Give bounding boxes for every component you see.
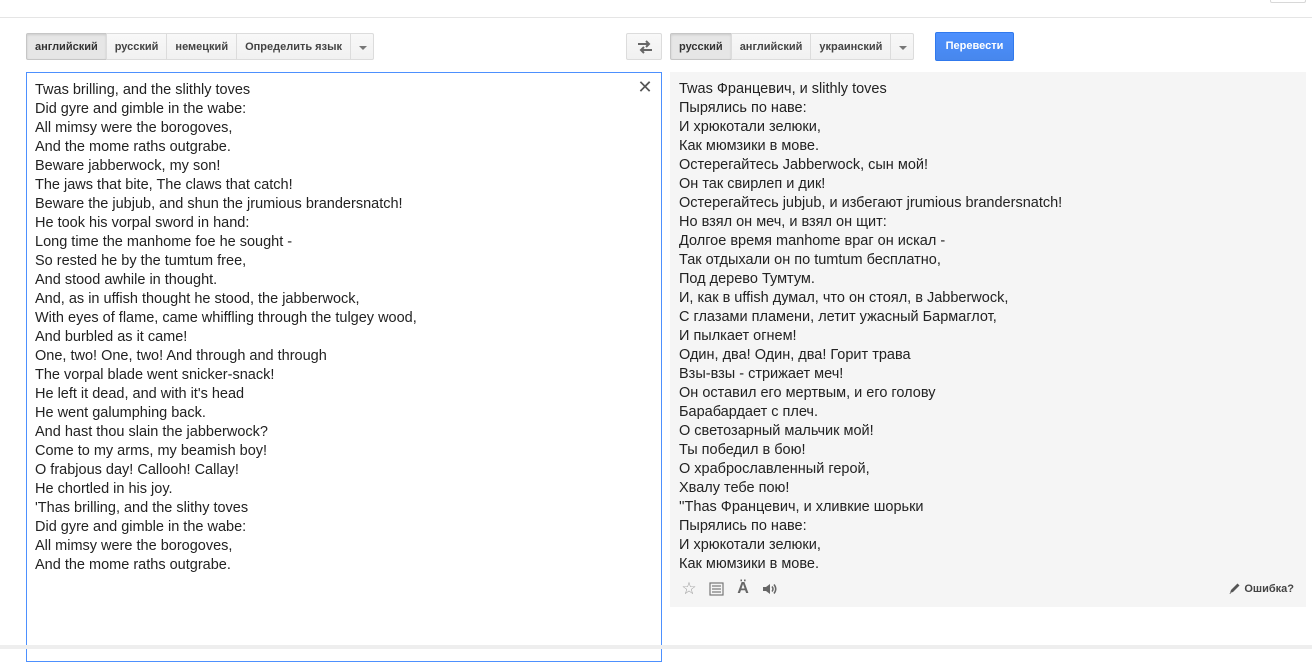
source-lang-german[interactable]: немецкий bbox=[166, 33, 238, 60]
source-text[interactable]: Twas brilling, and the slithly toves Did … bbox=[35, 81, 635, 575]
target-lang-more-button[interactable] bbox=[890, 33, 915, 60]
close-icon[interactable]: ✕ bbox=[637, 78, 653, 96]
chevron-down-icon bbox=[899, 46, 908, 50]
translation-line: Twas Францевич, и slithly toves bbox=[679, 81, 887, 97]
transliteration-icon[interactable]: Ä bbox=[732, 579, 754, 599]
report-error-label: Ошибка? bbox=[1244, 582, 1294, 595]
source-line: He chortled in his joy. bbox=[35, 481, 173, 497]
translation-line: О светозарный мальчик мой! bbox=[679, 423, 874, 439]
source-line: And the mome raths outgrabe. bbox=[35, 139, 231, 155]
translation-line: Долгое время manhome враг он искал - bbox=[679, 233, 946, 249]
target-lang-russian[interactable]: русский bbox=[670, 33, 732, 60]
source-line: And, as in uffish thought he stood, the … bbox=[35, 291, 360, 307]
translation-line: Он так свирлеп и дик! bbox=[679, 176, 826, 192]
source-text-area[interactable]: Twas brilling, and the slithly toves Did … bbox=[26, 72, 662, 662]
source-line: And the mome raths outgrabe. bbox=[35, 557, 231, 573]
translation-line: ''Thas Францевич, и хливкие шорьки bbox=[679, 499, 924, 515]
source-line: The jaws that bite, The claws that catch… bbox=[35, 177, 293, 193]
source-line: Twas brilling, and the slithly toves bbox=[35, 82, 251, 98]
source-line: He left it dead, and with it's head bbox=[35, 386, 245, 402]
translation-line: Как мюмзики в мове. bbox=[679, 556, 819, 572]
source-line: With eyes of flame, came whiffling throu… bbox=[35, 310, 417, 326]
source-line: One, two! One, two! And through and thro… bbox=[35, 348, 327, 364]
speaker-icon[interactable] bbox=[759, 579, 781, 599]
translation-line: И пылкает огнем! bbox=[679, 328, 797, 344]
source-line: Come to my arms, my beamish boy! bbox=[35, 443, 268, 459]
translation-line: Пырялись по наве: bbox=[679, 518, 807, 534]
source-line: He went galumphing back. bbox=[35, 405, 206, 421]
swap-languages-button[interactable] bbox=[626, 33, 662, 60]
target-language-selector: русский английский украинский bbox=[670, 33, 915, 60]
source-line: Did gyre and gimble in the wabe: bbox=[35, 101, 247, 117]
source-line: All mimsy were the borogoves, bbox=[35, 120, 233, 136]
source-line: Beware the jubjub, and shun the jrumious… bbox=[35, 196, 403, 212]
translation-line: Пырялись по наве: bbox=[679, 100, 807, 116]
source-language-selector: английский русский немецкий Определить я… bbox=[26, 33, 374, 60]
target-lang-english[interactable]: английский bbox=[730, 33, 812, 60]
translation-line: Ты победил в бою! bbox=[679, 442, 806, 458]
dictionary-icon[interactable] bbox=[705, 579, 727, 599]
star-icon[interactable]: ☆ bbox=[678, 579, 700, 599]
source-lang-english[interactable]: английский bbox=[26, 33, 107, 60]
translation-line: С глазами пламени, летит ужасный Бармагл… bbox=[679, 309, 997, 325]
result-toolbar: ☆ Ä bbox=[678, 579, 786, 599]
source-line: And hast thou slain the jabberwock? bbox=[35, 424, 268, 440]
translate-button[interactable]: Перевести bbox=[935, 32, 1014, 61]
translation-line: Остерегайтесь jubjub, и избегают jrumiou… bbox=[679, 195, 1063, 211]
pencil-icon bbox=[1229, 583, 1240, 594]
source-line: And burbled as it came! bbox=[35, 329, 188, 345]
source-lang-more-button[interactable] bbox=[349, 33, 374, 60]
translation-line: Но взял он меч, и взял он щит: bbox=[679, 214, 887, 230]
source-line: All mimsy were the borogoves, bbox=[35, 538, 233, 554]
chevron-down-icon bbox=[358, 46, 367, 50]
source-line: Beware jabberwock, my son! bbox=[35, 158, 221, 174]
report-error-link[interactable]: Ошибка? bbox=[1228, 582, 1294, 595]
translation-line: И хрюкотали зелюки, bbox=[679, 537, 821, 553]
translation-line: Остерегайтесь Jabberwock, сын мой! bbox=[679, 157, 929, 173]
source-line: He took his vorpal sword in hand: bbox=[35, 215, 250, 231]
source-lang-detect[interactable]: Определить язык bbox=[236, 33, 351, 60]
source-line: Long time the manhome foe he sought - bbox=[35, 234, 293, 250]
translation-text: Twas Францевич, и slithly toves Пырялись … bbox=[679, 80, 1299, 574]
target-lang-ukrainian[interactable]: украинский bbox=[810, 33, 892, 60]
source-line: The vorpal blade went snicker-snack! bbox=[35, 367, 275, 383]
source-lang-russian[interactable]: русский bbox=[105, 33, 168, 60]
translation-line: О храброславленный герой, bbox=[679, 461, 870, 477]
source-line: Did gyre and gimble in the wabe: bbox=[35, 519, 247, 535]
swap-arrows-icon bbox=[638, 40, 652, 54]
translation-line: Он оставил его мертвым, и его голову bbox=[679, 385, 936, 401]
translation-result-panel: Twas Францевич, и slithly toves Пырялись … bbox=[670, 72, 1306, 607]
source-line: And stood awhile in thought. bbox=[35, 272, 218, 288]
translation-line: Взы-взы - стрижает меч! bbox=[679, 366, 844, 382]
translation-line: Один, два! Один, два! Горит трава bbox=[679, 347, 911, 363]
translation-line: Так отдыхали он по tumtum бесплатно, bbox=[679, 252, 941, 268]
translation-line: Под дерево Тумтум. bbox=[679, 271, 815, 287]
translation-line: Как мюмзики в мове. bbox=[679, 138, 819, 154]
source-line: O frabjous day! Callooh! Callay! bbox=[35, 462, 239, 478]
bottom-divider bbox=[0, 645, 1312, 649]
source-line: 'Thas brilling, and the slithy toves bbox=[35, 500, 249, 516]
translation-line: Барабардает с плеч. bbox=[679, 404, 819, 420]
account-button-edge[interactable] bbox=[1270, 0, 1306, 3]
top-bar bbox=[0, 0, 1312, 18]
source-line: So rested he by the tumtum free, bbox=[35, 253, 247, 269]
translation-line: И хрюкотали зелюки, bbox=[679, 119, 821, 135]
translation-line: Хвалу тебе пою! bbox=[679, 480, 790, 496]
translation-line: И, как в uffish думал, что он стоял, в J… bbox=[679, 290, 1009, 306]
